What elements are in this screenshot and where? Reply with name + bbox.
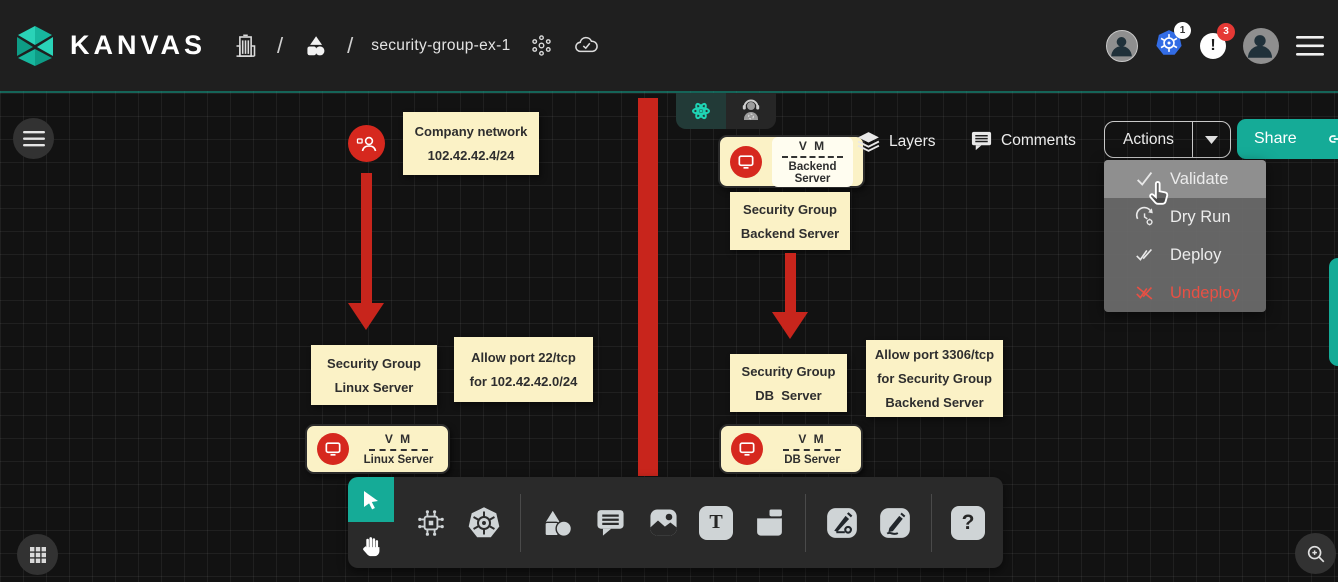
kanvas-logo-icon bbox=[14, 24, 56, 68]
user-icon bbox=[354, 131, 380, 157]
hand-cursor bbox=[1144, 177, 1174, 211]
double-check-icon bbox=[1134, 244, 1156, 266]
design-canvas[interactable]: Company network 102.42.42.4/24 Security … bbox=[0, 91, 1338, 582]
note-sg-linux[interactable]: Security Group Linux Server bbox=[311, 345, 437, 405]
meshery-view-toggle[interactable] bbox=[676, 93, 726, 129]
help-icon: ? bbox=[951, 506, 985, 540]
sticky-note-tool[interactable] bbox=[752, 506, 786, 540]
breadcrumb-separator: / bbox=[277, 33, 283, 59]
actions-button[interactable]: Actions bbox=[1104, 121, 1231, 158]
canvas-menu-button[interactable] bbox=[13, 118, 54, 159]
arrow-head bbox=[772, 312, 808, 339]
help-tool[interactable]: ? bbox=[951, 506, 985, 540]
diagram-edge-bar[interactable] bbox=[638, 98, 658, 476]
chip-icon bbox=[415, 507, 447, 539]
swirl-icon bbox=[688, 98, 714, 124]
note-allow-3306[interactable]: Allow port 3306/tcp for Security Group B… bbox=[866, 340, 1003, 417]
breadcrumb-separator: / bbox=[347, 33, 353, 59]
zoom-button[interactable] bbox=[1295, 533, 1336, 574]
undeploy-icon bbox=[1134, 282, 1156, 304]
kubernetes-count-badge: 1 bbox=[1174, 22, 1191, 39]
pen-tool[interactable] bbox=[825, 506, 859, 540]
select-tool[interactable] bbox=[348, 477, 394, 522]
magnifier-plus-icon bbox=[1305, 543, 1327, 565]
menu-item-dry-run[interactable]: Dry Run bbox=[1104, 198, 1266, 236]
text-tool[interactable]: T bbox=[699, 506, 733, 540]
comment-icon bbox=[594, 506, 627, 539]
topbar-right: 1 ! 3 bbox=[1106, 28, 1324, 64]
menu-item-deploy[interactable]: Deploy bbox=[1104, 236, 1266, 274]
collaborator-avatar[interactable] bbox=[1106, 30, 1138, 62]
operator-view-toggle[interactable] bbox=[726, 93, 776, 129]
shapes-icon bbox=[540, 506, 574, 540]
app-title: KANVAS bbox=[70, 30, 206, 61]
note-sg-db[interactable]: Security Group DB Server bbox=[730, 354, 847, 412]
breadcrumb: / / security-group-ex-1 bbox=[232, 32, 599, 60]
user-avatar[interactable] bbox=[1243, 28, 1279, 64]
vm-icon bbox=[730, 146, 762, 178]
image-icon bbox=[647, 506, 680, 539]
pan-tool[interactable] bbox=[348, 522, 394, 568]
chevron-down-icon[interactable] bbox=[1193, 136, 1230, 144]
notifications[interactable]: ! 3 bbox=[1200, 33, 1226, 59]
tool-palette: T bbox=[348, 477, 1003, 568]
arrow-sg-to-db[interactable] bbox=[785, 253, 796, 313]
brand[interactable]: KANVAS bbox=[14, 24, 206, 68]
text-icon: T bbox=[699, 506, 733, 540]
comments-icon bbox=[970, 129, 993, 152]
organization-icon[interactable] bbox=[232, 32, 259, 60]
vm-icon bbox=[317, 433, 349, 465]
kubernetes-context[interactable]: 1 bbox=[1155, 29, 1183, 62]
sticky-note-icon bbox=[753, 506, 786, 539]
cursor-icon bbox=[359, 488, 383, 512]
note-allow-22[interactable]: Allow port 22/tcp for 102.42.42.0/24 bbox=[454, 337, 593, 402]
share-button[interactable]: Share bbox=[1237, 119, 1338, 159]
note-sg-backend[interactable]: Security Group Backend Server bbox=[730, 192, 850, 250]
widgets-button[interactable] bbox=[17, 534, 58, 575]
image-tool[interactable] bbox=[646, 506, 680, 540]
support-agent-icon bbox=[738, 98, 764, 124]
note-company-network[interactable]: Company network 102.42.42.4/24 bbox=[403, 112, 539, 175]
menu-icon[interactable] bbox=[1296, 35, 1324, 57]
arrow-company-to-sg[interactable] bbox=[361, 173, 372, 304]
vm-card-db[interactable]: V M DB Server bbox=[719, 424, 863, 474]
helm-wheel-icon bbox=[467, 506, 501, 540]
view-toggle bbox=[676, 93, 776, 129]
side-panel-tab[interactable] bbox=[1329, 258, 1338, 366]
layers-icon bbox=[856, 129, 881, 154]
component-tool[interactable] bbox=[414, 506, 448, 540]
pen-icon bbox=[825, 506, 859, 540]
freehand-draw-tool[interactable] bbox=[878, 506, 912, 540]
link-icon[interactable] bbox=[1314, 129, 1338, 149]
comments-button[interactable]: Comments bbox=[970, 129, 1076, 152]
kubernetes-tool[interactable] bbox=[467, 506, 501, 540]
menu-item-undeploy[interactable]: Undeploy bbox=[1104, 274, 1266, 312]
hand-icon bbox=[359, 533, 384, 558]
vm-icon bbox=[731, 433, 763, 465]
actions-menu: Validate Dry Run Deploy bbox=[1104, 160, 1266, 312]
shapes-tool[interactable] bbox=[540, 506, 574, 540]
layers-button[interactable]: Layers bbox=[856, 129, 936, 154]
cloud-saved-icon bbox=[572, 33, 600, 59]
arrow-head bbox=[348, 303, 384, 330]
notification-count-badge: 3 bbox=[1217, 23, 1235, 41]
vm-card-backend[interactable]: V M Backend Server bbox=[718, 135, 865, 188]
top-bar: KANVAS / / security-group-ex-1 bbox=[0, 0, 1338, 91]
company-network-node[interactable] bbox=[348, 125, 385, 162]
designs-shapes-icon[interactable] bbox=[301, 33, 329, 59]
mesh-icon[interactable] bbox=[529, 33, 554, 58]
menu-item-validate[interactable]: Validate bbox=[1104, 160, 1266, 198]
vm-card-linux[interactable]: V M Linux Server bbox=[305, 424, 450, 474]
grid-icon bbox=[29, 546, 47, 564]
document-name[interactable]: security-group-ex-1 bbox=[371, 37, 510, 55]
comment-tool[interactable] bbox=[593, 506, 627, 540]
pencil-icon bbox=[878, 506, 912, 540]
